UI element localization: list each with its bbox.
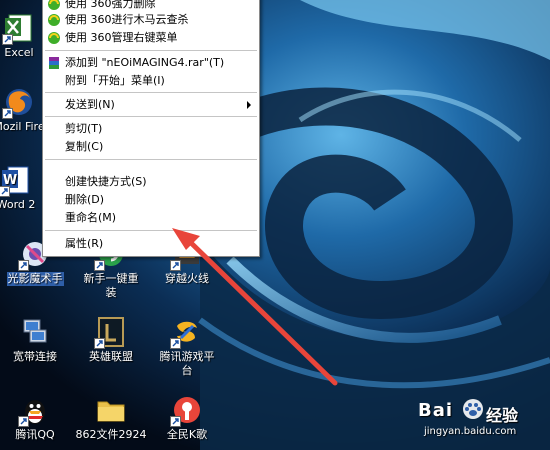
watermark-url: jingyan.baidu.com xyxy=(424,426,517,437)
desktop: Excel Mozil Fire W Word 2 光影魔术手 新手一键重装 xyxy=(0,0,550,450)
baidu-paw-icon xyxy=(462,398,484,424)
baidu-jingyan-watermark: Bai 经验 jingyan.baidu.com xyxy=(418,398,548,446)
annotation-arrow xyxy=(172,228,338,386)
watermark-logo: Bai xyxy=(418,400,454,421)
watermark-site: 经验 xyxy=(486,406,519,425)
